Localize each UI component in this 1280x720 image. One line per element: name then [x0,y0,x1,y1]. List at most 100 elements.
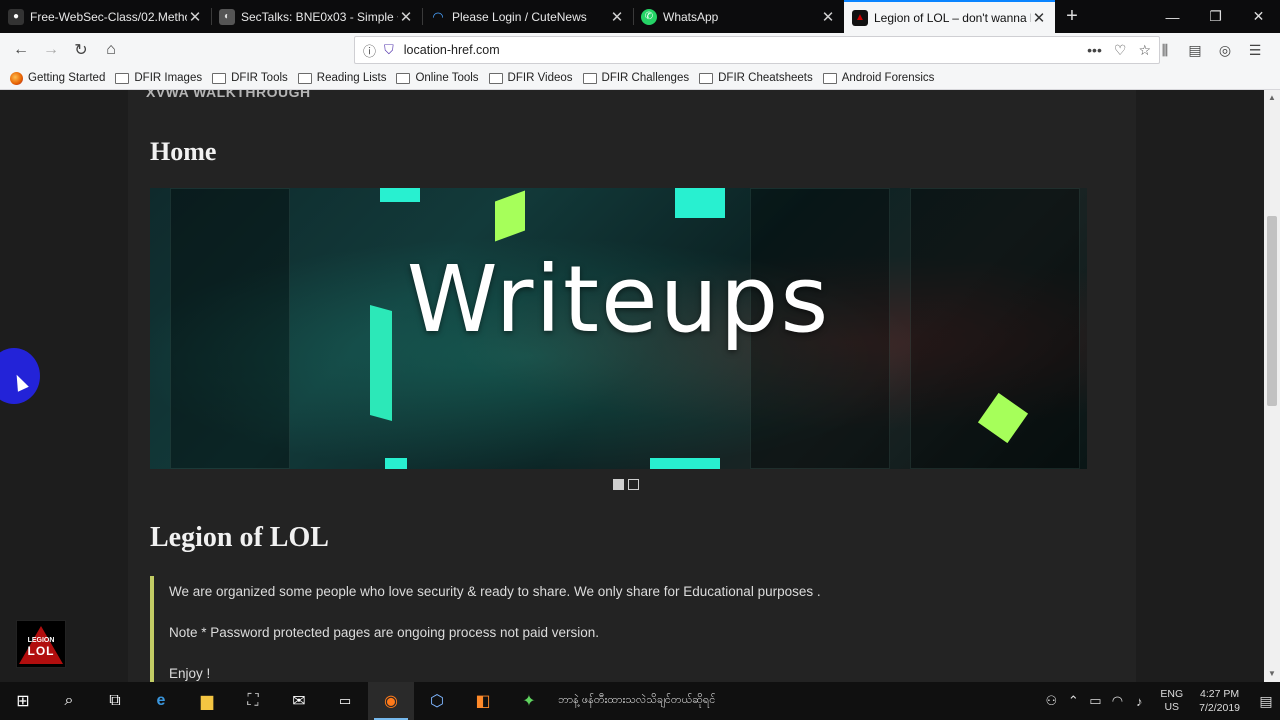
intro-paragraph: We are organized some people who love se… [169,584,821,599]
slider-dots [613,479,639,490]
banner-art [650,458,720,469]
wifi-icon[interactable]: ◠ [1106,693,1128,709]
folder-icon [822,72,837,84]
navigation-bar: ← → ↻ ⌂ ⓘ ⛉ location-href.com ••• ♡ ☆ ⫼ … [0,33,1280,67]
tab-cutenews[interactable]: ◠ Please Login / CuteNews ✕ [422,0,633,33]
loading-icon: ◠ [432,8,444,24]
scrollbar-thumb[interactable] [1267,216,1277,406]
bookmark-folder[interactable]: DFIR Videos [488,72,573,84]
task-view-icon[interactable]: ⧉ [92,682,138,720]
hero-banner[interactable]: Writeups [150,188,1087,469]
info-icon[interactable]: ⓘ [363,41,376,60]
bookmark-getting-started[interactable]: Getting Started [10,71,105,85]
close-tab-icon[interactable]: ✕ [398,8,414,26]
folder-icon [582,72,597,84]
tab-legion-of-lol[interactable]: ▲ Legion of LOL – don't wanna b ✕ [844,0,1055,33]
tab-sectalks[interactable]: ◐ SecTalks: BNE0x03 - Simple ~ V ✕ [211,0,422,33]
chevron-up-icon[interactable]: ⌃ [1062,693,1084,709]
new-tab-button[interactable]: + [1055,0,1089,33]
banner-art [495,190,525,242]
people-icon[interactable]: ⚇ [1040,693,1062,709]
tab-websec-class[interactable]: ● Free-WebSec-Class/02.Method ✕ [0,0,211,33]
bookmarks-toolbar: Getting Started DFIR Images DFIR Tools R… [0,67,1280,90]
mail-icon[interactable]: ✉ [276,682,322,720]
store-icon[interactable]: ⛶ [230,682,276,720]
terminal-icon[interactable]: ▭ [322,682,368,720]
site-logo[interactable]: LEGION LOL [16,620,66,668]
bookmark-folder[interactable]: Reading Lists [297,72,386,84]
window-controls: — ❐ ✕ [1151,0,1280,33]
start-button[interactable]: ⊞ [0,682,46,720]
bookmark-folder[interactable]: Android Forensics [822,72,934,84]
tab-whatsapp[interactable]: ✆ WhatsApp ✕ [633,0,844,33]
url-text[interactable]: location-href.com [404,43,1075,57]
system-tray: ⚇ ⌃ ▭ ◠ ♪ ENG US 4:27 PM 7/2/2019 ▤ [1040,682,1280,720]
menu-icon[interactable]: ☰ [1240,42,1270,59]
page-scrollbar[interactable]: ▲ ▼ [1264,90,1280,682]
folder-icon [699,72,714,84]
reload-button[interactable]: ↻ [66,36,96,64]
folder-icon [212,72,227,84]
tab-title: Free-WebSec-Class/02.Method [30,9,187,24]
tab-strip: ● Free-WebSec-Class/02.Method ✕ ◐ SecTal… [0,0,1280,33]
library-icon[interactable]: ⫼ [1150,42,1180,59]
whatsapp-icon: ✆ [641,8,657,25]
slider-dot-active[interactable] [613,479,624,490]
tab-title: SecTalks: BNE0x03 - Simple ~ V [241,9,398,24]
minimize-button[interactable]: — [1151,0,1194,33]
page-actions-icon[interactable]: ••• [1087,42,1102,58]
bookmark-folder[interactable]: DFIR Tools [212,72,288,84]
banner-title: Writeups [406,246,831,353]
web-page: XVWA WALKTHROUGH Home Writeups Legion of… [0,90,1264,682]
forward-button[interactable]: → [36,36,66,64]
back-button[interactable]: ← [6,36,36,64]
file-explorer-icon[interactable]: ▆ [184,682,230,720]
close-tab-icon[interactable]: ✕ [609,8,625,26]
tab-title: Legion of LOL – don't wanna b [874,10,1031,25]
intro-blockquote: We are organized some people who love se… [150,576,1087,682]
tracking-shield-icon[interactable]: ⛉ [384,42,394,58]
bookmark-folder[interactable]: DFIR Images [115,72,202,84]
banner-art [385,458,407,469]
enjoy-paragraph: Enjoy ! [169,666,211,681]
logo-line2: LOL [27,643,55,658]
taskbar-app-label[interactable]: ဘာနဲ့ ဖန်တီးထားသလဲသိချင်တယ်ဆိုရင် [552,682,725,720]
folder-icon [396,72,411,84]
close-tab-icon[interactable]: ✕ [1031,9,1047,27]
bookmark-folder[interactable]: DFIR Challenges [582,72,689,84]
firefox-icon [10,71,23,85]
bookmark-folder[interactable]: DFIR Cheatsheets [699,72,813,84]
edge-icon[interactable]: e [138,682,184,720]
home-button[interactable]: ⌂ [96,36,126,64]
clock[interactable]: 4:27 PM 7/2/2019 [1199,687,1240,715]
page-title: Home [150,137,217,166]
close-tab-icon[interactable]: ✕ [820,8,836,26]
search-icon[interactable]: ⌕ [46,682,92,720]
section-title: Legion of LOL [150,522,329,553]
app-icon[interactable]: ✦ [506,682,552,720]
restore-button[interactable]: ❐ [1194,0,1237,33]
slider-dot[interactable] [628,479,639,490]
battery-icon[interactable]: ▭ [1084,693,1106,709]
burp-icon[interactable]: ◧ [460,682,506,720]
close-window-button[interactable]: ✕ [1237,0,1280,33]
pocket-icon[interactable]: ♡ [1114,42,1127,59]
notifications-icon[interactable]: ▤ [1252,693,1280,710]
bookmark-folder[interactable]: Online Tools [396,72,479,84]
url-bar[interactable]: ⓘ ⛉ location-href.com ••• ♡ ☆ [354,36,1160,64]
input-language[interactable]: ENG US [1160,688,1183,714]
breadcrumb[interactable]: XVWA WALKTHROUGH [146,90,311,100]
tab-title: WhatsApp [663,9,719,24]
firefox-taskbar-icon[interactable]: ◉ [368,682,414,720]
scroll-down-icon[interactable]: ▼ [1264,666,1280,682]
sidebar-icon[interactable]: ▤ [1180,42,1210,59]
logo-line1: LEGION [27,636,55,644]
scroll-up-icon[interactable]: ▲ [1264,90,1280,106]
volume-icon[interactable]: ♪ [1128,694,1150,709]
close-tab-icon[interactable]: ✕ [187,8,203,26]
sync-icon[interactable]: ◎ [1210,42,1240,59]
banner-art [675,188,725,218]
toolbar-right: ⫼ ▤ ◎ ☰ [1150,42,1270,59]
virtualbox-icon[interactable]: ⬡ [414,682,460,720]
note-paragraph: Note * Password protected pages are ongo… [169,625,600,640]
